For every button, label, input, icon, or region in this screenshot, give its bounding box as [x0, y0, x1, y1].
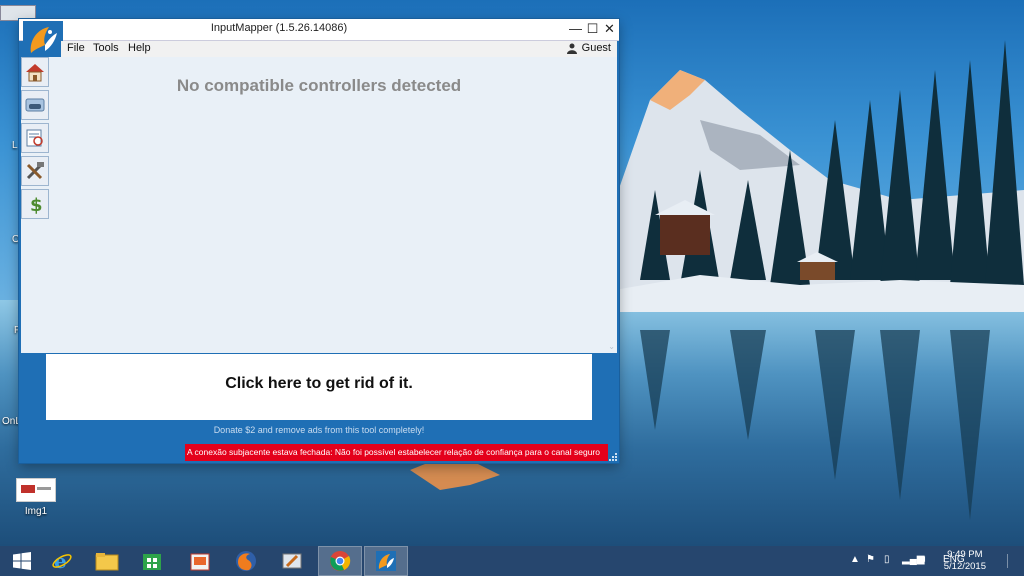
- tools-icon: [26, 162, 44, 180]
- start-button[interactable]: [0, 546, 44, 576]
- show-desktop-button[interactable]: [1007, 554, 1018, 568]
- ad-banner[interactable]: Click here to get rid of it.: [46, 354, 592, 420]
- ad-banner-text[interactable]: Click here to get rid of it.: [46, 375, 592, 393]
- sidebar-item-profiles[interactable]: [21, 123, 49, 153]
- profiles-icon: [26, 129, 43, 147]
- desktop-icon-img1[interactable]: Img1: [6, 478, 66, 517]
- minimize-button[interactable]: —: [567, 20, 584, 38]
- menu-file[interactable]: File: [67, 42, 85, 54]
- taskbar-store[interactable]: [130, 546, 174, 576]
- error-status-bar: A conexão subjacente estava fechada: Não…: [185, 444, 608, 461]
- taskbar-inputmapper[interactable]: [364, 546, 408, 576]
- store-icon: [143, 554, 161, 570]
- tray-flag-icon[interactable]: ⚑: [866, 554, 875, 565]
- main-content-area: No compatible controllers detected ⌄: [21, 57, 617, 353]
- title-bar[interactable]: InputMapper (1.5.26.14086) — ☐ ✕: [19, 19, 619, 41]
- gamepad-icon: [25, 98, 45, 112]
- close-button[interactable]: ✕: [601, 20, 618, 38]
- sidebar: $: [21, 57, 49, 222]
- folder-icon: [95, 553, 119, 571]
- user-account-label[interactable]: Guest: [582, 42, 611, 54]
- sidebar-item-home[interactable]: [21, 57, 49, 87]
- inputmapper-logo-icon: [23, 21, 63, 59]
- tray-clock[interactable]: 9:49 PM 5/12/2015: [944, 549, 986, 573]
- chrome-icon: [330, 551, 351, 571]
- taskbar: e ▲ ⚑ ▯ ▂▄▆ 🔈︎ ENG 9:49 PM 5/12/2015: [0, 546, 1024, 576]
- dollar-icon: $: [30, 195, 43, 215]
- taskbar-internet-explorer[interactable]: e: [40, 546, 84, 576]
- internet-explorer-icon: e: [52, 550, 72, 572]
- window-title: InputMapper (1.5.26.14086): [210, 22, 348, 34]
- taskbar-app-tools[interactable]: [270, 546, 314, 576]
- svg-text:$: $: [30, 195, 43, 215]
- menu-tools[interactable]: Tools: [93, 42, 119, 54]
- tray-volume-icon[interactable]: 🔈︎: [922, 554, 928, 565]
- menu-bar: File Tools Help Guest: [61, 41, 617, 57]
- sidebar-item-controllers[interactable]: [21, 90, 49, 120]
- tray-device-icon[interactable]: ▯: [884, 554, 890, 565]
- maximize-button[interactable]: ☐: [584, 20, 601, 38]
- scroll-down-arrow-icon[interactable]: ⌄: [608, 342, 615, 351]
- desktop-edge-label-1: L: [12, 140, 18, 151]
- donate-link[interactable]: Donate $2 and remove ads from this tool …: [46, 425, 592, 435]
- no-controllers-message: No compatible controllers detected: [176, 76, 462, 95]
- user-icon: [567, 43, 577, 54]
- tray-expand-icon[interactable]: ▲: [850, 554, 860, 565]
- firefox-icon: [236, 551, 256, 571]
- windows-logo-icon: [13, 552, 31, 570]
- taskbar-app-red[interactable]: [178, 546, 222, 576]
- tool-app-icon: [282, 553, 302, 569]
- desktop-icon-label: Img1: [24, 506, 48, 517]
- inputmapper-window: InputMapper (1.5.26.14086) — ☐ ✕ File To…: [19, 19, 619, 463]
- inputmapper-taskbar-icon: [376, 551, 396, 571]
- taskbar-chrome[interactable]: [318, 546, 362, 576]
- home-icon: [26, 64, 44, 82]
- sidebar-item-donate[interactable]: $: [21, 189, 49, 219]
- taskbar-firefox[interactable]: [224, 546, 268, 576]
- taskbar-file-explorer[interactable]: [85, 546, 129, 576]
- menu-help[interactable]: Help: [128, 42, 151, 54]
- image-file-icon: [16, 478, 56, 502]
- sidebar-item-tools[interactable]: [21, 156, 49, 186]
- clock-date: 5/12/2015: [943, 561, 986, 572]
- clock-time: 9:49 PM: [947, 549, 983, 560]
- resize-grip-icon[interactable]: [608, 452, 618, 462]
- package-app-icon: [190, 553, 210, 571]
